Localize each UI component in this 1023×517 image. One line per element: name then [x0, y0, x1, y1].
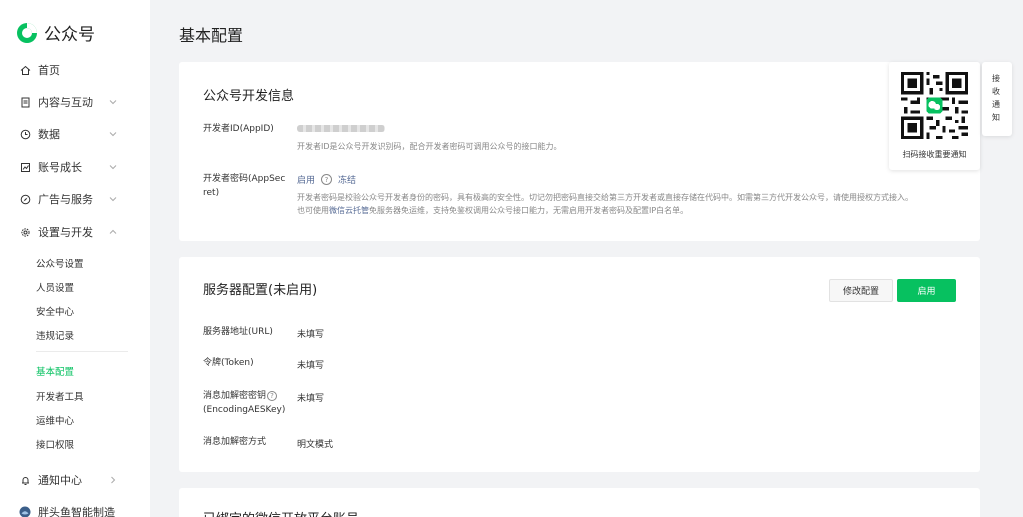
- sub-item-personnel-settings[interactable]: 人员设置: [36, 280, 74, 294]
- server-config-title: 服务器配置(未启用): [203, 283, 318, 298]
- sidebar-item-data[interactable]: 数据: [18, 124, 128, 144]
- chevron-right-icon: [111, 476, 116, 484]
- sub-item-developer-tools[interactable]: 开发者工具: [36, 389, 84, 403]
- appsecret-description: 开发者密码是校验公众号开发者身份的密码，具有极高的安全性。切记勿把密码直接交给第…: [297, 191, 913, 217]
- sidebar: 公众号 首页 内容与互动 数据 账号成长 广告与服务 设置与开发 公众号设置 人…: [0, 0, 150, 517]
- sidebar-item-label: 设置与开发: [38, 226, 93, 239]
- avatar-icon: [18, 505, 32, 517]
- bound-accounts-title: 已绑定的微信开放平台账号: [203, 508, 359, 517]
- developer-info-card: 公众号开发信息 开发者ID(AppID) 开发者ID是公众号开发识别码，配合开发…: [179, 62, 980, 241]
- appsecret-description-line1: 开发者密码是校验公众号开发者身份的密码，具有极高的安全性。切记勿把密码直接交给第…: [297, 193, 913, 202]
- encryption-mode-value: 明文模式: [297, 440, 334, 450]
- sidebar-item-label: 账号成长: [38, 161, 82, 174]
- appsecret-status: 启用 ? 冻结: [297, 173, 356, 186]
- help-icon[interactable]: ?: [321, 174, 333, 185]
- appsecret-label-line1: 开发者密码(AppSec: [203, 174, 286, 184]
- sidebar-item-home[interactable]: 首页: [18, 60, 128, 80]
- sub-item-account-settings[interactable]: 公众号设置: [36, 256, 84, 270]
- appsecret-description-line2: 也可使用微信云托管免服务器免运维，支持免鉴权调用公众号接口能力，无需启用开发者密…: [297, 204, 913, 217]
- developer-info-title: 公众号开发信息: [203, 89, 295, 104]
- logo-text: 公众号: [44, 25, 95, 45]
- chevron-down-icon: [109, 165, 117, 170]
- desc-text: 也可使用: [297, 206, 329, 215]
- aes-key-value: 未填写: [297, 394, 325, 404]
- sidebar-item-notifications[interactable]: 通知中心: [18, 470, 128, 490]
- sidebar-item-growth[interactable]: 账号成长: [18, 157, 128, 177]
- receive-notification-text: 接收通知: [992, 74, 1000, 122]
- compass-icon: [18, 192, 32, 206]
- sidebar-item-ads[interactable]: 广告与服务: [18, 189, 128, 209]
- gear-icon: [18, 225, 32, 239]
- sub-item-security-center[interactable]: 安全中心: [36, 304, 74, 318]
- receive-notification-tab[interactable]: 接收通知: [982, 62, 1012, 136]
- sidebar-item-label: 广告与服务: [38, 193, 93, 206]
- aes-key-label-line1: 消息加解密密钥 ?: [203, 389, 285, 403]
- bell-icon: [18, 473, 32, 487]
- appsecret-enable-link[interactable]: 启用: [297, 173, 315, 186]
- sub-item-api-permissions[interactable]: 接口权限: [36, 437, 74, 451]
- aes-key-label: 消息加解密密钥 ? (EncodingAESKey): [203, 389, 285, 417]
- sidebar-item-content[interactable]: 内容与互动: [18, 92, 128, 112]
- modify-config-button[interactable]: 修改配置: [829, 279, 893, 302]
- enable-button[interactable]: 启用: [897, 279, 956, 302]
- appsecret-freeze-link[interactable]: 冻结: [338, 173, 356, 186]
- cloud-hosting-link[interactable]: 微信云托管: [329, 206, 369, 215]
- chevron-down-icon: [109, 100, 117, 105]
- encryption-mode-label: 消息加解密方式: [203, 437, 267, 447]
- bound-accounts-card: 已绑定的微信开放平台账号: [179, 488, 980, 517]
- sidebar-item-label: 首页: [38, 64, 60, 77]
- sidebar-divider: [36, 351, 128, 352]
- home-icon: [18, 63, 32, 77]
- appid-value-masked: [297, 125, 385, 132]
- sub-item-basic-config[interactable]: 基本配置: [36, 364, 74, 378]
- sidebar-item-account[interactable]: 胖头鱼智能制造: [18, 502, 128, 517]
- qr-caption: 扫码接收重要通知: [902, 150, 967, 159]
- aes-key-label-line2: (EncodingAESKey): [203, 405, 286, 415]
- sidebar-item-label: 通知中心: [38, 474, 82, 487]
- desc-text: 免服务器免运维，支持免鉴权调用公众号接口能力，无需启用开发者密码及配置IP白名单…: [369, 206, 689, 215]
- page-title: 基本配置: [179, 26, 244, 45]
- chevron-down-icon: [109, 197, 117, 202]
- logo[interactable]: 公众号: [16, 20, 95, 45]
- chevron-up-icon: [109, 229, 117, 234]
- server-url-label: 服务器地址(URL): [203, 327, 273, 337]
- token-value: 未填写: [297, 361, 325, 371]
- appsecret-label: 开发者密码(AppSec ret): [203, 172, 285, 200]
- help-icon[interactable]: ?: [267, 391, 278, 401]
- qr-notification-popup: 扫码接收重要通知: [889, 62, 980, 170]
- chevron-down-icon: [109, 132, 117, 137]
- sidebar-item-label: 胖头鱼智能制造: [38, 506, 115, 517]
- appid-label: 开发者ID(AppID): [203, 124, 274, 134]
- sidebar-item-label: 数据: [38, 128, 60, 141]
- sidebar-item-settings-dev[interactable]: 设置与开发: [18, 222, 128, 242]
- sub-item-ops-center[interactable]: 运维中心: [36, 413, 74, 427]
- token-label: 令牌(Token): [203, 358, 254, 368]
- wechat-logo-icon: [17, 22, 37, 43]
- clock-icon: [18, 127, 32, 141]
- chevron-right-icon: [111, 508, 116, 516]
- sidebar-item-label: 内容与互动: [38, 96, 93, 109]
- document-icon: [18, 95, 32, 109]
- sub-item-violation-records[interactable]: 违规记录: [36, 328, 74, 342]
- server-config-card: 服务器配置(未启用) 修改配置 启用 服务器地址(URL) 未填写 令牌(Tok…: [179, 257, 980, 472]
- server-url-value: 未填写: [297, 330, 325, 340]
- qr-code-image: [901, 72, 968, 139]
- appsecret-label-line2: ret): [203, 188, 220, 198]
- appid-description: 开发者ID是公众号开发识别码，配合开发者密码可调用公众号的接口能力。: [297, 142, 562, 151]
- growth-chart-icon: [18, 160, 32, 174]
- aes-key-label-text: 消息加解密密钥: [203, 391, 267, 401]
